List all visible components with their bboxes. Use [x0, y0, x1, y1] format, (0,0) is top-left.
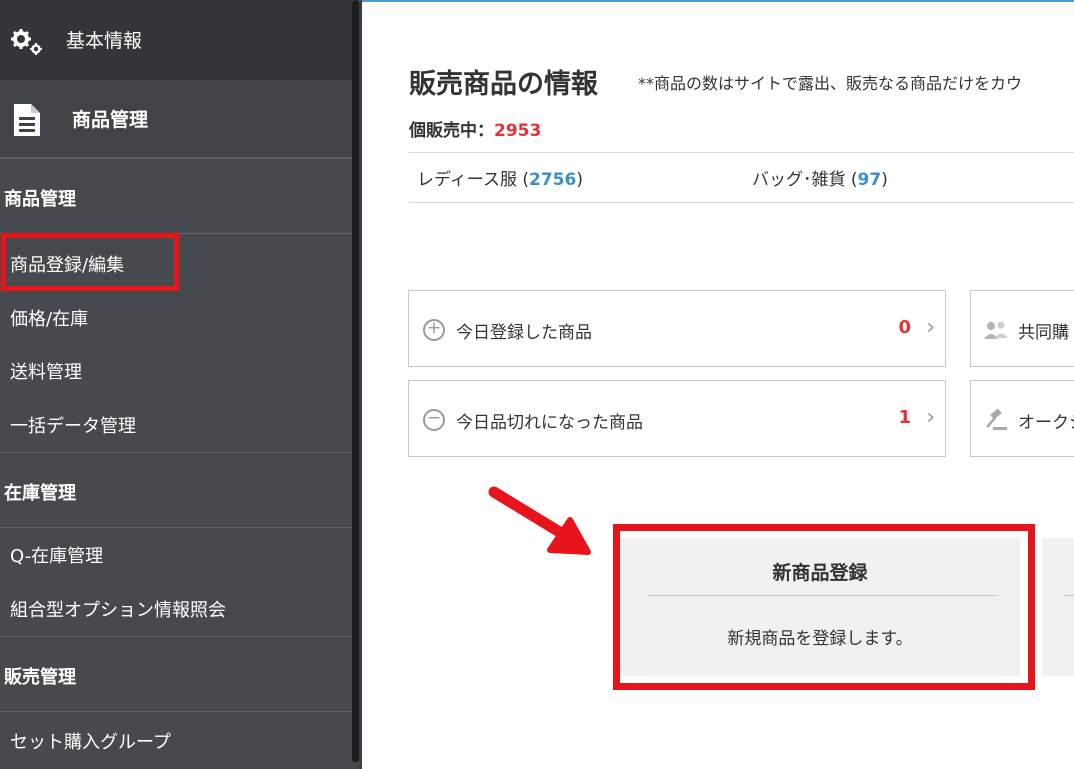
category-count[interactable]: 2756 — [529, 170, 576, 190]
sidebar-item-set-purchase[interactable]: セット購入グループ — [0, 716, 352, 762]
category-row: レディース服 (2756) バッグ･雑貨 (97) — [409, 152, 1074, 203]
chevron-right-icon: › — [926, 405, 935, 430]
people-icon — [984, 321, 1008, 339]
stat-label: 共同購 — [1018, 323, 1069, 343]
new-product-title: 新商品登録 — [772, 562, 868, 584]
sidebar-section-sales: 販売管理 — [0, 636, 352, 712]
category-name: レディース服 — [417, 170, 517, 190]
stat-label: オークシ — [1018, 413, 1074, 433]
chevron-right-icon: › — [926, 315, 935, 340]
page-note: **商品の数はサイトで露出、販売なる商品だけをカウ — [638, 74, 1023, 93]
category-ladies[interactable]: レディース服 (2756) — [417, 165, 583, 190]
selling-number: 2953 — [494, 121, 542, 141]
stat-label: 今日品切れになった商品 — [456, 413, 643, 433]
category-bags[interactable]: バッグ･雑貨 (97) — [752, 165, 888, 190]
sidebar-section-label: 在庫管理 — [4, 483, 76, 504]
top-accent-line — [362, 0, 1074, 2]
sidebar-section-product: 商品管理 — [0, 158, 352, 234]
sidebar-section-label: 販売管理 — [4, 667, 76, 688]
minus-circle-icon: − — [423, 408, 445, 431]
category-paren: ( — [850, 170, 858, 190]
new-product-register-button[interactable]: 新商品登録 新規商品を登録します。 — [620, 538, 1020, 676]
main-content: 販売商品の情報 **商品の数はサイトで露出、販売なる商品だけをカウ 個販売中：2… — [362, 0, 1074, 769]
sidebar-item-price-stock[interactable]: 価格/在庫 — [0, 293, 352, 339]
stat-auction[interactable]: オークシ — [970, 380, 1074, 457]
sidebar-item-option-info[interactable]: 組合型オプション情報照会 — [0, 584, 352, 630]
stat-today-registered[interactable]: + 今日登録した商品 0 › — [408, 290, 946, 367]
category-paren: ) — [576, 170, 583, 190]
highlight-box — [1, 233, 179, 291]
document-icon — [14, 104, 40, 136]
page-title: 販売商品の情報 — [409, 69, 598, 100]
sidebar-section-label: 商品管理 — [4, 189, 76, 210]
sidebar-scrollbar[interactable] — [352, 0, 359, 762]
gavel-icon — [986, 409, 1007, 430]
category-count[interactable]: 97 — [858, 170, 882, 190]
stat-label: 今日登録した商品 — [456, 323, 592, 343]
card-divider — [648, 595, 998, 596]
stat-value: 1 — [898, 407, 911, 428]
selling-label: 個販売中： — [409, 121, 494, 141]
plus-circle-icon: + — [423, 318, 445, 341]
sidebar-item-q-stock[interactable]: Q-在庫管理 — [0, 530, 352, 576]
category-name: バッグ･雑貨 — [752, 170, 846, 190]
card-divider — [1064, 595, 1074, 596]
sidebar-item-label: セット購入グループ — [10, 732, 171, 753]
sidebar-item-label: 組合型オプション情報照会 — [10, 600, 226, 621]
stat-today-soldout[interactable]: − 今日品切れになった商品 1 › — [408, 380, 946, 457]
sidebar-item-label: 価格/在庫 — [10, 309, 89, 330]
new-product-description: 新規商品を登録します。 — [727, 629, 913, 649]
next-card-partial[interactable] — [1042, 538, 1074, 676]
sidebar-item-basic-info[interactable]: 基本情報 — [0, 0, 352, 80]
sidebar-item-label: 送料管理 — [10, 362, 82, 383]
sidebar-item-bulk-data[interactable]: 一括データ管理 — [0, 400, 352, 446]
sidebar: 基本情報 商品管理 商品管理 商品登録/編集 価格/在庫 送料管理 一括データ管… — [0, 0, 362, 769]
sidebar-item-label: 一括データ管理 — [10, 416, 136, 437]
sidebar-item-shipping[interactable]: 送料管理 — [0, 346, 352, 392]
sidebar-top-label: 基本情報 — [66, 30, 143, 52]
category-paren: ) — [881, 170, 888, 190]
selling-count: 個販売中：2953 — [409, 116, 541, 141]
annotation-arrow-icon — [488, 486, 591, 555]
sidebar-section-stock: 在庫管理 — [0, 452, 352, 528]
stat-value: 0 — [898, 317, 911, 338]
sidebar-item-label: Q-在庫管理 — [10, 546, 104, 567]
sidebar-header-product-management[interactable]: 商品管理 — [0, 80, 352, 158]
stat-group-buy[interactable]: 共同購 — [970, 290, 1074, 367]
gears-icon — [11, 29, 42, 55]
sidebar-header-label: 商品管理 — [72, 109, 149, 131]
